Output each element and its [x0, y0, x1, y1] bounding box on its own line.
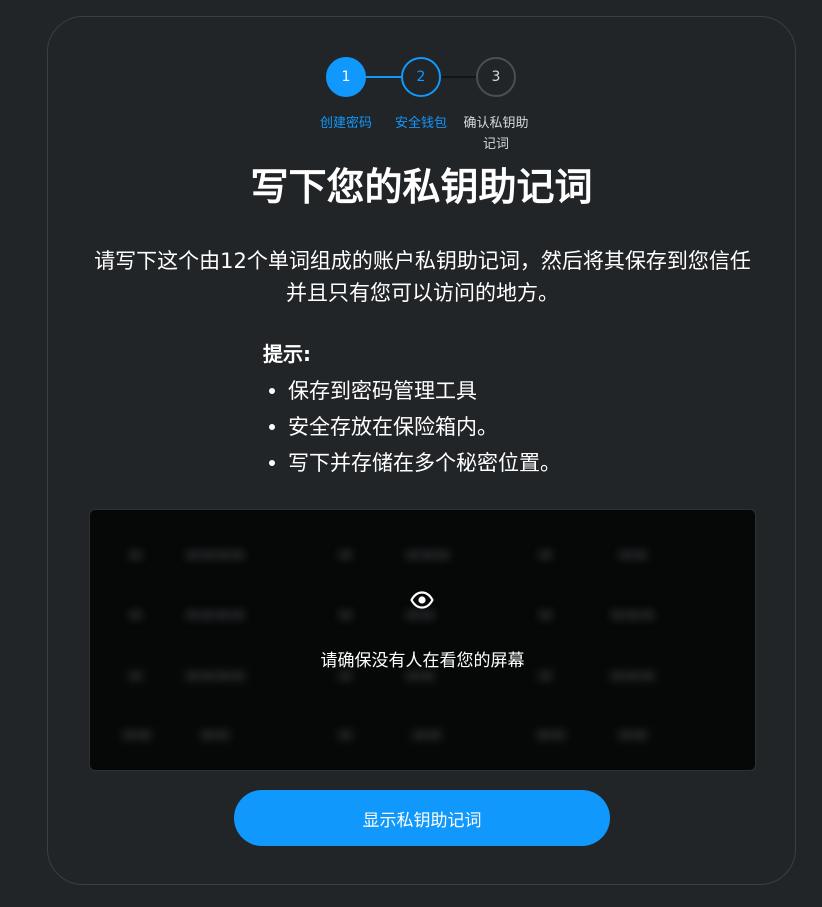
privacy-overlay: 请确保没有人在看您的屏幕	[90, 510, 755, 770]
step-2-number: 2	[416, 69, 426, 85]
tips-list: 保存到密码管理工具 安全存放在保险箱内。 写下并存储在多个秘密位置。	[263, 373, 623, 481]
page-description: 请写下这个由12个单词组成的账户私钥助记词，然后将其保存到您信任并且只有您可以访…	[94, 249, 751, 305]
step-3-circle: 3	[476, 57, 516, 97]
stepper-connector-2	[441, 76, 476, 78]
onboarding-card: 1 2 3 创建密码 安全钱包 确认私钥助 记词 写下您的私钥助记词 请写下这个…	[47, 16, 796, 885]
secret-phrase-box[interactable]: ▬ ▬▬▬▬ ▬ ▬▬▬ ▬ ▬▬ ▬ ▬▬▬▬ ▬ ▬▬ ▬ ▬▬▬ ▬ ▬▬…	[89, 509, 756, 771]
stepper-connector-1	[366, 76, 401, 78]
tips-section: 提示: 保存到密码管理工具 安全存放在保险箱内。 写下并存储在多个秘密位置。	[263, 339, 623, 481]
step-1-number: 1	[341, 69, 351, 85]
progress-stepper: 1 2 3 创建密码 安全钱包 确认私钥助 记词	[48, 17, 795, 167]
tips-heading: 提示:	[263, 342, 311, 366]
tip-item: 安全存放在保险箱内。	[263, 409, 623, 445]
eye-icon	[410, 591, 434, 609]
step-3-label: 确认私钥助 记词	[463, 116, 529, 152]
step-1-circle: 1	[326, 57, 366, 97]
reveal-secret-phrase-button[interactable]: 显示私钥助记词	[234, 790, 610, 846]
step-2-circle: 2	[401, 57, 441, 97]
page-title: 写下您的私钥助记词	[250, 165, 593, 209]
privacy-warning-text: 请确保没有人在看您的屏幕	[320, 651, 525, 671]
tip-item: 保存到密码管理工具	[263, 373, 623, 409]
step-3-number: 3	[491, 69, 501, 85]
tip-item: 写下并存储在多个秘密位置。	[263, 445, 623, 481]
